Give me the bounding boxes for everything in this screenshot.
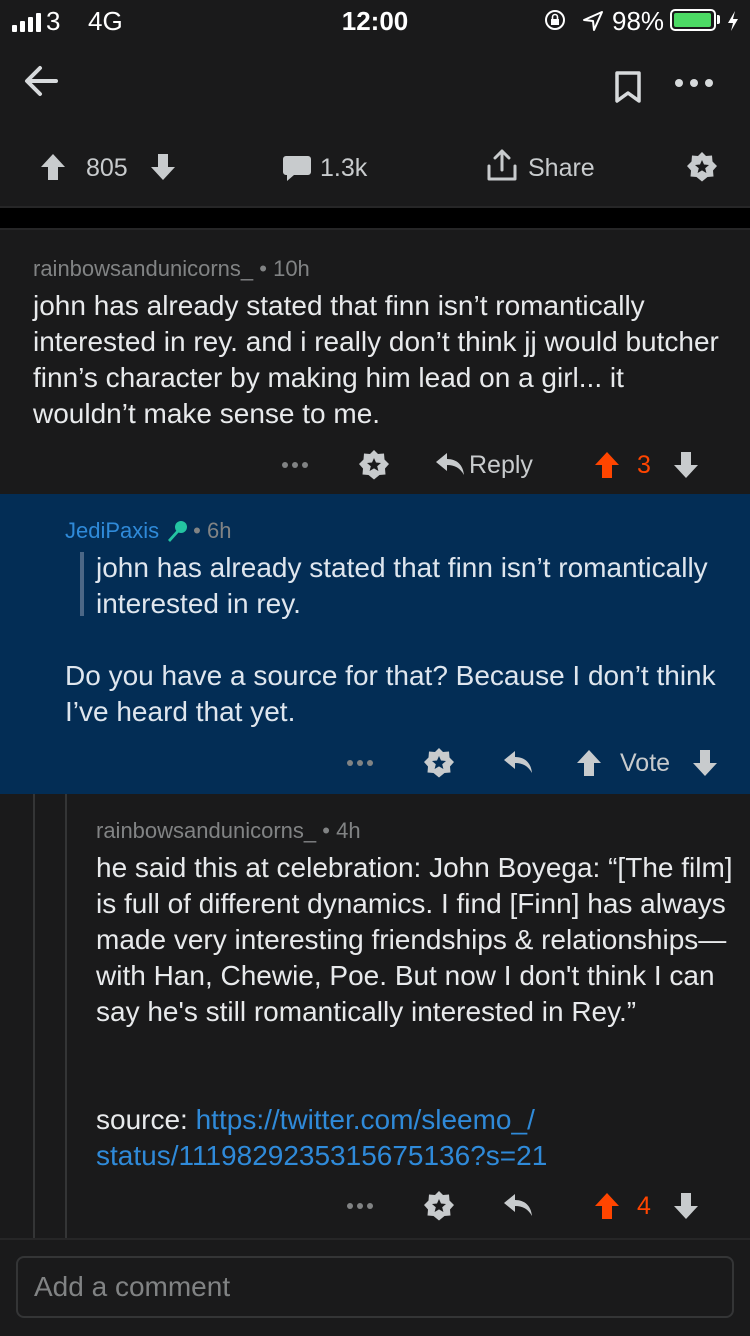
- nav-bar: [0, 40, 750, 130]
- location-arrow-icon: [583, 11, 603, 31]
- comment-bubble-icon[interactable]: [282, 154, 312, 182]
- more-dots-icon[interactable]: [281, 461, 309, 469]
- more-dots-icon[interactable]: [346, 1202, 374, 1210]
- award-icon[interactable]: [686, 151, 718, 183]
- charging-bolt-icon: [728, 11, 738, 31]
- comment-meta: JediPaxis • 6h: [65, 518, 231, 544]
- upvote-arrow-icon[interactable]: [594, 1192, 620, 1220]
- reply-button[interactable]: Reply: [469, 451, 533, 480]
- battery-icon: [670, 9, 716, 31]
- microphone-flair-icon: [168, 521, 188, 542]
- downvote-arrow-icon[interactable]: [673, 1192, 699, 1220]
- quote-bar: [80, 552, 84, 616]
- source-line: source: https://twitter.com/sleemo_/stat…: [96, 1102, 736, 1174]
- share-button[interactable]: Share: [528, 154, 595, 183]
- battery-percent: 98%: [612, 6, 665, 36]
- more-dots-icon[interactable]: [346, 759, 374, 767]
- downvote-arrow-icon[interactable]: [692, 749, 718, 777]
- comment-count[interactable]: 1.3k: [320, 154, 367, 183]
- thread-line[interactable]: [33, 794, 35, 1238]
- downvote-arrow-icon[interactable]: [673, 451, 699, 479]
- comment-author[interactable]: JediPaxis: [65, 518, 159, 544]
- comment-item: rainbowsandunicorns_ • 10h john has alre…: [0, 228, 750, 494]
- comment-item-highlighted: JediPaxis • 6h john has already stated t…: [0, 494, 750, 794]
- compose-bar: [0, 1238, 750, 1336]
- quoted-text: john has already stated that finn isn’t …: [96, 552, 708, 619]
- downvote-arrow-icon[interactable]: [150, 152, 176, 182]
- share-icon[interactable]: [486, 148, 518, 182]
- comment-time: • 6h: [193, 518, 232, 543]
- award-icon[interactable]: [423, 747, 455, 779]
- source-label: source:: [96, 1104, 188, 1135]
- rotation-lock-icon: [545, 10, 565, 30]
- battery-tip: [717, 15, 720, 24]
- comment-time: • 10h: [259, 256, 310, 281]
- post-action-bar: 805 1.3k Share: [0, 130, 750, 208]
- thread-line[interactable]: [65, 794, 67, 1238]
- comment-author[interactable]: rainbowsandunicorns_: [96, 818, 316, 843]
- comment-body: he said this at celebration: John Boyega…: [96, 852, 733, 1027]
- reply-arrow-icon[interactable]: [435, 451, 465, 477]
- more-options-icon[interactable]: [674, 78, 714, 88]
- comment-author[interactable]: rainbowsandunicorns_: [33, 256, 253, 281]
- reply-arrow-icon[interactable]: [503, 1192, 533, 1218]
- reply-arrow-icon[interactable]: [503, 749, 533, 775]
- vote-label: Vote: [620, 749, 671, 777]
- add-comment-input[interactable]: [16, 1256, 734, 1318]
- comment-body: Do you have a source for that? Because I…: [65, 660, 716, 727]
- bookmark-icon[interactable]: [614, 70, 642, 104]
- status-bar: 3 4G 12:00 98%: [0, 0, 750, 40]
- comment-time: • 4h: [322, 818, 361, 843]
- comment-body: john has already stated that finn isn’t …: [33, 290, 719, 429]
- comment-meta: rainbowsandunicorns_ • 4h: [96, 818, 361, 844]
- comment-score: 4: [637, 1192, 651, 1220]
- comment-item-nested: rainbowsandunicorns_ • 4h he said this a…: [0, 794, 750, 1238]
- upvote-arrow-icon[interactable]: [40, 152, 66, 182]
- section-divider: [0, 208, 750, 228]
- comment-meta: rainbowsandunicorns_ • 10h: [33, 256, 310, 282]
- source-link[interactable]: https://twitter.com/sleemo_/: [196, 1104, 535, 1135]
- upvote-arrow-icon[interactable]: [594, 451, 620, 479]
- source-link-continued[interactable]: status/1119829235315675136?s=21: [96, 1140, 547, 1171]
- back-arrow-icon[interactable]: [22, 62, 60, 100]
- award-icon[interactable]: [358, 449, 390, 481]
- post-score: 805: [86, 154, 128, 182]
- upvote-arrow-icon[interactable]: [576, 749, 602, 777]
- award-icon[interactable]: [423, 1190, 455, 1222]
- comment-score: 3: [637, 451, 651, 479]
